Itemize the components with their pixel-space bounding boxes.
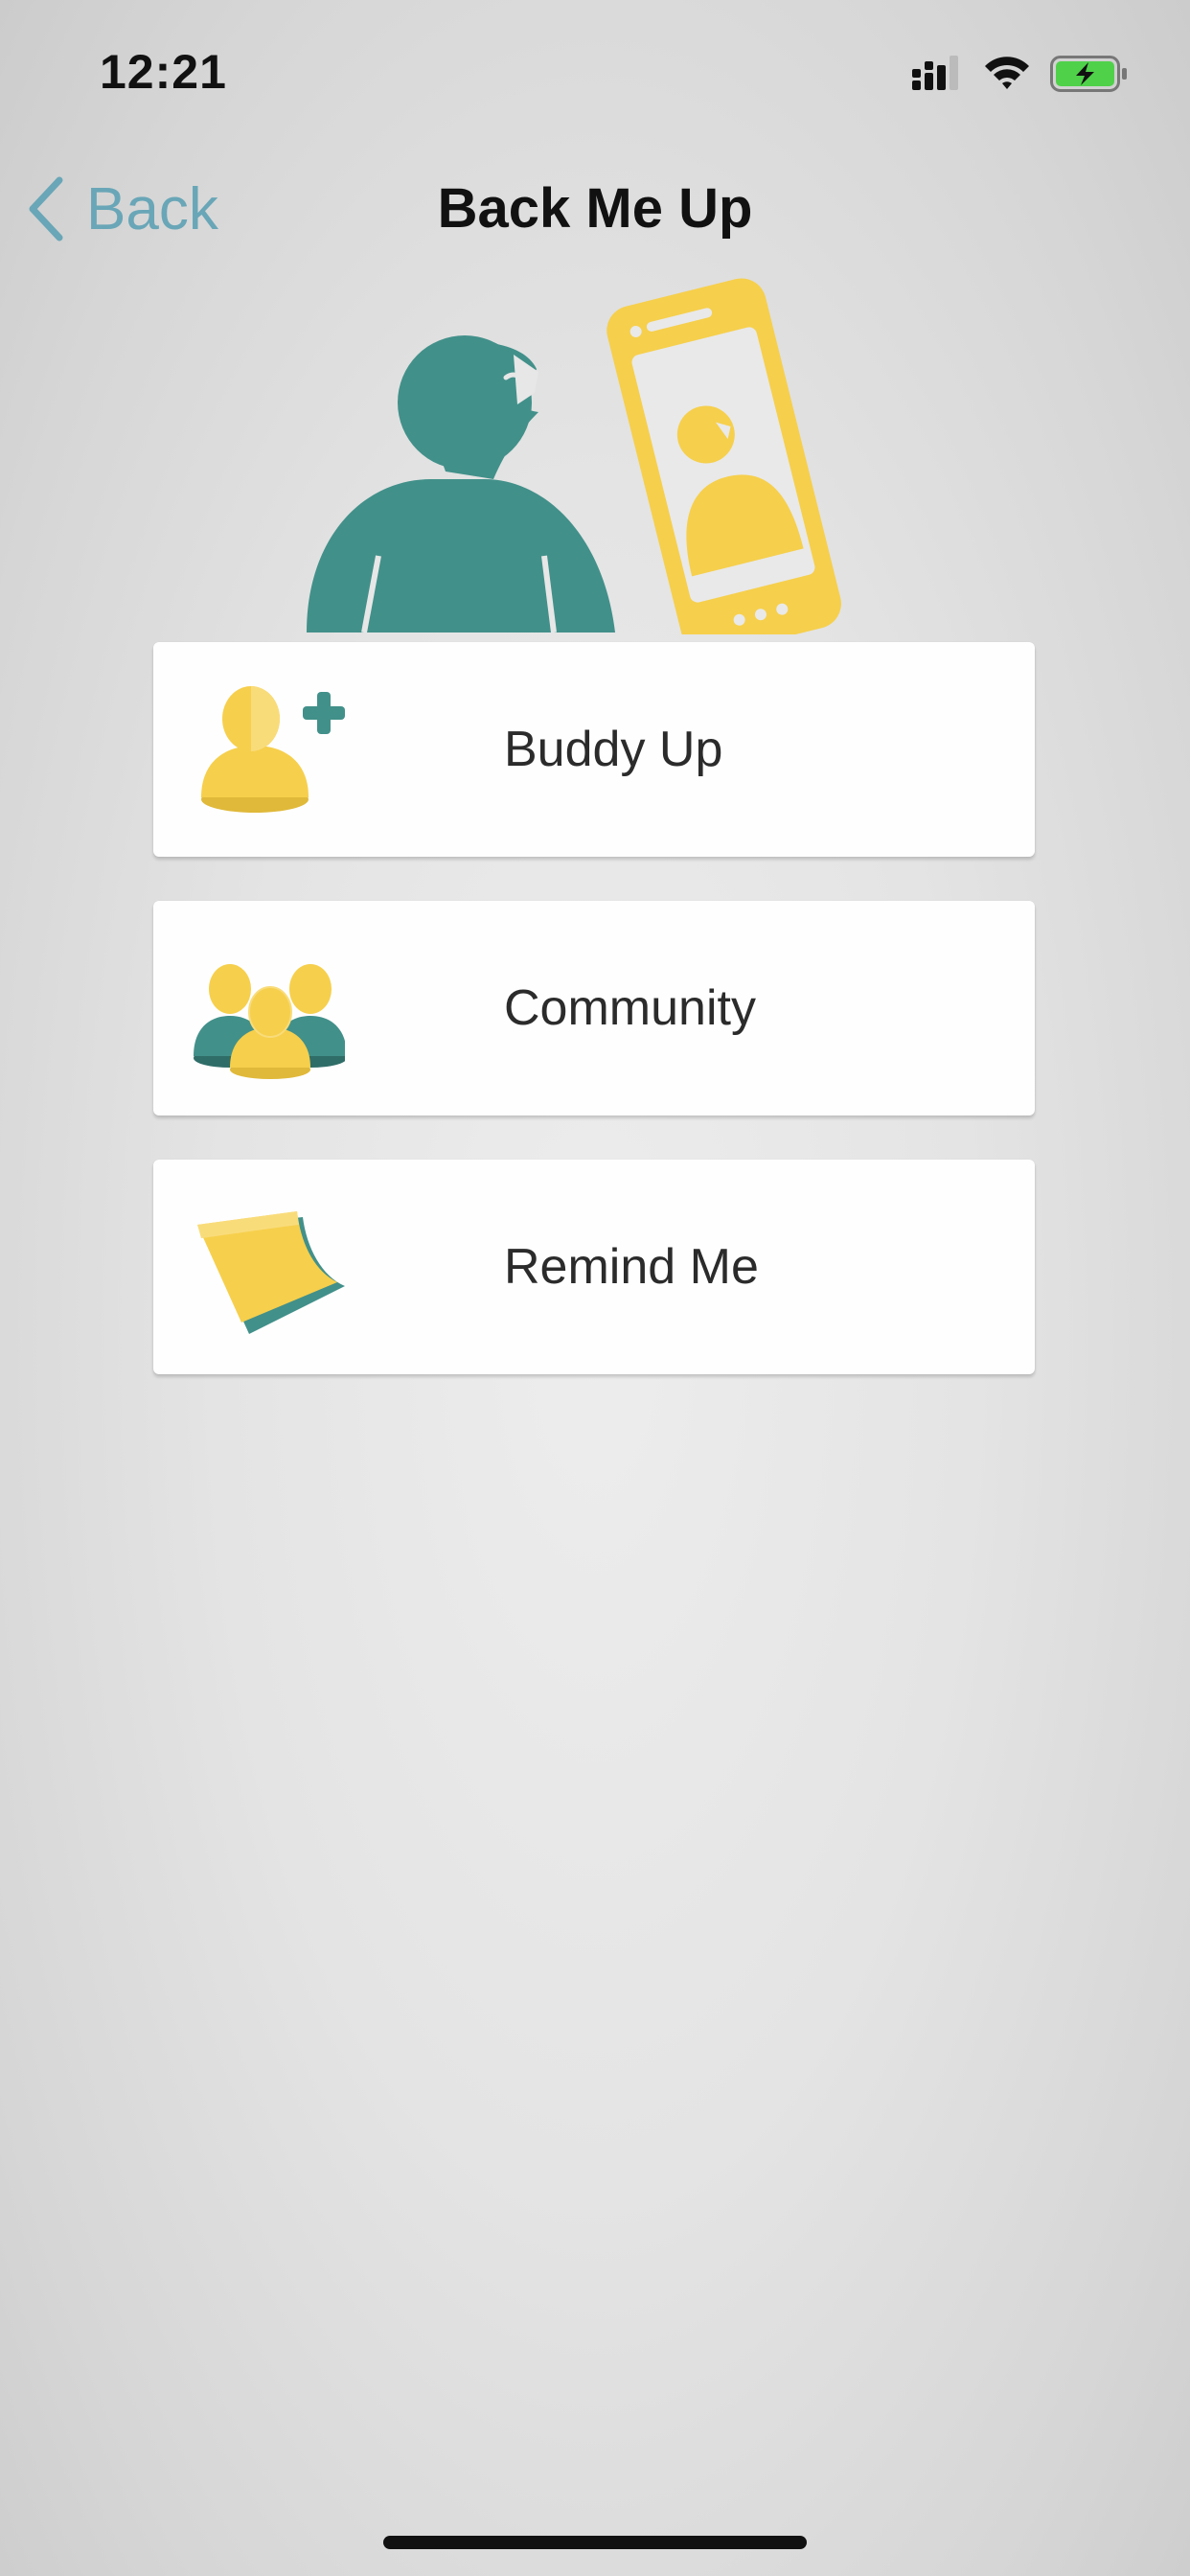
community-label: Community — [504, 980, 756, 1036]
menu-list: Buddy Up Community Remind Me — [153, 642, 1035, 1418]
remind-me-button[interactable]: Remind Me — [153, 1160, 1035, 1374]
status-icons — [912, 56, 1127, 92]
buddy-up-button[interactable]: Buddy Up — [153, 642, 1035, 857]
wifi-icon — [985, 57, 1029, 89]
sticky-note-icon — [197, 1211, 345, 1334]
add-buddy-icon — [201, 686, 345, 813]
cellular-signal-icon — [912, 56, 958, 90]
status-time: 12:21 — [100, 45, 227, 99]
community-button[interactable]: Community — [153, 901, 1035, 1116]
page-title: Back Me Up — [437, 177, 753, 240]
status-bar: 12:21 — [0, 0, 1190, 144]
yellow-phone-illustration — [606, 278, 841, 634]
teal-person-illustration — [307, 335, 615, 633]
home-indicator[interactable] — [383, 2536, 807, 2549]
remind-me-label: Remind Me — [504, 1239, 759, 1295]
buddy-up-label: Buddy Up — [504, 722, 723, 777]
hero-illustration — [307, 278, 841, 634]
battery-charging-icon — [1050, 56, 1127, 92]
community-icon — [194, 964, 345, 1079]
